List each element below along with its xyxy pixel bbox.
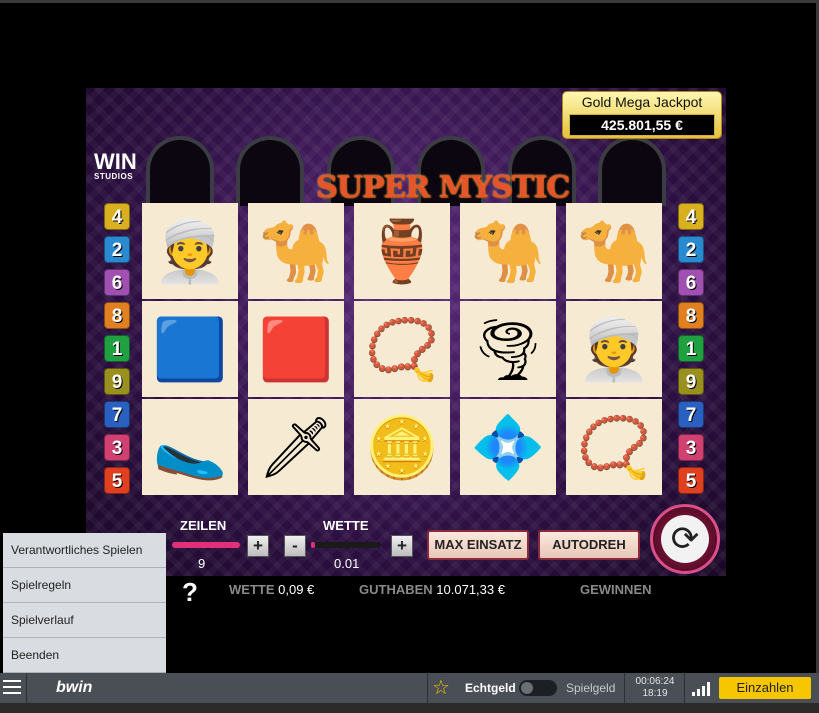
payline-indicator[interactable]: 9: [678, 368, 704, 395]
jeweled-brooch-symbol: 💠: [460, 399, 556, 495]
bet-slider-fill: [311, 542, 315, 548]
bet-info: WETTE 0,09 €: [229, 582, 314, 597]
balance-value: 10.071,33 €: [436, 582, 505, 597]
payline-indicator[interactable]: 9: [104, 368, 130, 395]
lines-value: 9: [198, 556, 206, 571]
menu-item-game-rules[interactable]: Spielregeln: [3, 568, 166, 603]
payline-indicator[interactable]: 7: [678, 401, 704, 428]
arch: [597, 136, 666, 206]
autoplay-button[interactable]: AUTODREH: [538, 530, 640, 560]
game-title: SUPER MYSTIC: [316, 170, 570, 205]
camel-symbol: 🐪: [460, 203, 556, 299]
money-mode-toggle[interactable]: [519, 680, 557, 696]
payline-indicator[interactable]: 5: [678, 467, 704, 494]
bet-info-value: 0,09 €: [278, 582, 315, 597]
win-info: GEWINNEN: [580, 582, 652, 597]
bottom-bar: bwin ☆ Echtgeld Spielgeld 00:06:24 18:19…: [0, 673, 819, 703]
payline-indicator[interactable]: 3: [678, 434, 704, 461]
payline-indicator[interactable]: 6: [678, 269, 704, 296]
gold-necklace-symbol: 📿: [566, 399, 662, 495]
jackpot-panel: Gold Mega Jackpot 425.801,55 €: [562, 91, 722, 139]
lines-slider[interactable]: [172, 542, 240, 548]
brand-logo: bwin: [56, 679, 93, 696]
gold-coin-symbol: 🪙: [354, 399, 450, 495]
jackpot-value: 425.801,55 €: [569, 114, 715, 136]
refresh-icon: ⟳: [661, 515, 709, 563]
clock: 18:19: [642, 688, 668, 699]
slot-game: WIN STUDIOS SUPER MYSTIC Gold Mega Jackp…: [86, 88, 726, 576]
payline-indicator[interactable]: 2: [104, 236, 130, 263]
studio-logo: WIN STUDIOS: [94, 149, 137, 182]
payline-indicator[interactable]: 3: [104, 434, 130, 461]
payline-indicator[interactable]: 6: [104, 269, 130, 296]
menu-item-game-history[interactable]: Spielverlauf: [3, 603, 166, 638]
balance-info: GUTHABEN 10.071,33 €: [359, 582, 505, 597]
camel-symbol: 🐪: [248, 203, 344, 299]
bet-value: 0.01: [334, 556, 360, 571]
payline-indicators-right: 4 2 6 8 1 9 7 3 5: [676, 203, 706, 499]
payline-indicator[interactable]: 4: [104, 203, 130, 230]
real-money-label: Echtgeld: [465, 681, 516, 695]
lines-label: ZEILEN: [180, 518, 227, 533]
spin-button[interactable]: ⟳: [650, 504, 720, 574]
game-menu: Verantwortliches Spielen Spielregeln Spi…: [3, 533, 166, 673]
arch: [236, 136, 305, 206]
divider: [684, 673, 685, 703]
golden-teapot-symbol: 🏺: [354, 203, 450, 299]
bet-slider[interactable]: [311, 542, 381, 548]
payline-indicator[interactable]: 2: [678, 236, 704, 263]
payline-indicator[interactable]: 8: [104, 302, 130, 329]
reel-grid: 👳 🟦 🥿 🐪 🟥 🗡 🏺 📿 🪙 🐪 🌪 💠 🐪 👳 📿: [142, 203, 670, 499]
max-bet-button[interactable]: MAX EINSATZ: [427, 530, 529, 560]
hamburger-menu-icon[interactable]: [3, 680, 21, 698]
gold-necklace-symbol: 📿: [354, 301, 450, 397]
payline-indicator[interactable]: 5: [104, 467, 130, 494]
woman-turban-symbol: 👳: [566, 301, 662, 397]
payline-indicator[interactable]: 7: [104, 401, 130, 428]
payline-indicator[interactable]: 4: [678, 203, 704, 230]
bet-plus-button[interactable]: +: [391, 535, 413, 557]
divider: [26, 673, 27, 703]
time-display: 00:06:24 18:19: [633, 676, 677, 700]
magic-carpet-symbol: 🟦: [142, 301, 238, 397]
reel: 👳 🟦 🥿: [142, 203, 238, 499]
menu-item-responsible-gaming[interactable]: Verantwortliches Spielen: [3, 533, 166, 568]
star-icon[interactable]: ☆: [432, 675, 450, 700]
balance-label: GUTHABEN: [359, 582, 433, 597]
menu-item-exit[interactable]: Beenden: [3, 638, 166, 673]
woman-turban-symbol: 👳: [142, 203, 238, 299]
divider: [624, 673, 625, 703]
divider: [427, 673, 428, 703]
payline-indicators-left: 4 2 6 8 1 9 7 3 5: [102, 203, 132, 499]
bet-minus-button[interactable]: -: [284, 535, 306, 557]
deposit-button[interactable]: Einzahlen: [719, 677, 811, 699]
red-cushion-symbol: 🟥: [248, 301, 344, 397]
genie-slipper-symbol: 🥿: [142, 399, 238, 495]
jackpot-label: Gold Mega Jackpot: [581, 94, 703, 110]
camel-symbol: 🐪: [566, 203, 662, 299]
dagger-symbol: 🗡: [248, 399, 344, 495]
reel: 🐪 👳 📿: [566, 203, 662, 499]
lines-slider-fill: [172, 542, 240, 548]
payline-indicator[interactable]: 1: [678, 335, 704, 362]
bottom-strip: [0, 703, 819, 713]
toggle-knob: [521, 682, 533, 694]
arch: [146, 136, 214, 206]
reel: 🐪 🌪 💠: [460, 203, 556, 499]
bet-info-label: WETTE: [229, 582, 275, 597]
reel: 🐪 🟥 🗡: [248, 203, 344, 499]
window-top-border: [0, 0, 819, 3]
lines-plus-button[interactable]: +: [247, 535, 269, 557]
tornado-symbol: 🌪: [460, 301, 556, 397]
session-time: 00:06:24: [635, 676, 675, 687]
help-icon[interactable]: ?: [182, 577, 198, 608]
bet-label: WETTE: [323, 518, 369, 533]
reel: 🏺 📿 🪙: [354, 203, 450, 499]
payline-indicator[interactable]: 1: [104, 335, 130, 362]
payline-indicator[interactable]: 8: [678, 302, 704, 329]
play-money-label: Spielgeld: [566, 681, 616, 695]
win-label: GEWINNEN: [580, 582, 652, 597]
signal-icon: [692, 682, 712, 696]
